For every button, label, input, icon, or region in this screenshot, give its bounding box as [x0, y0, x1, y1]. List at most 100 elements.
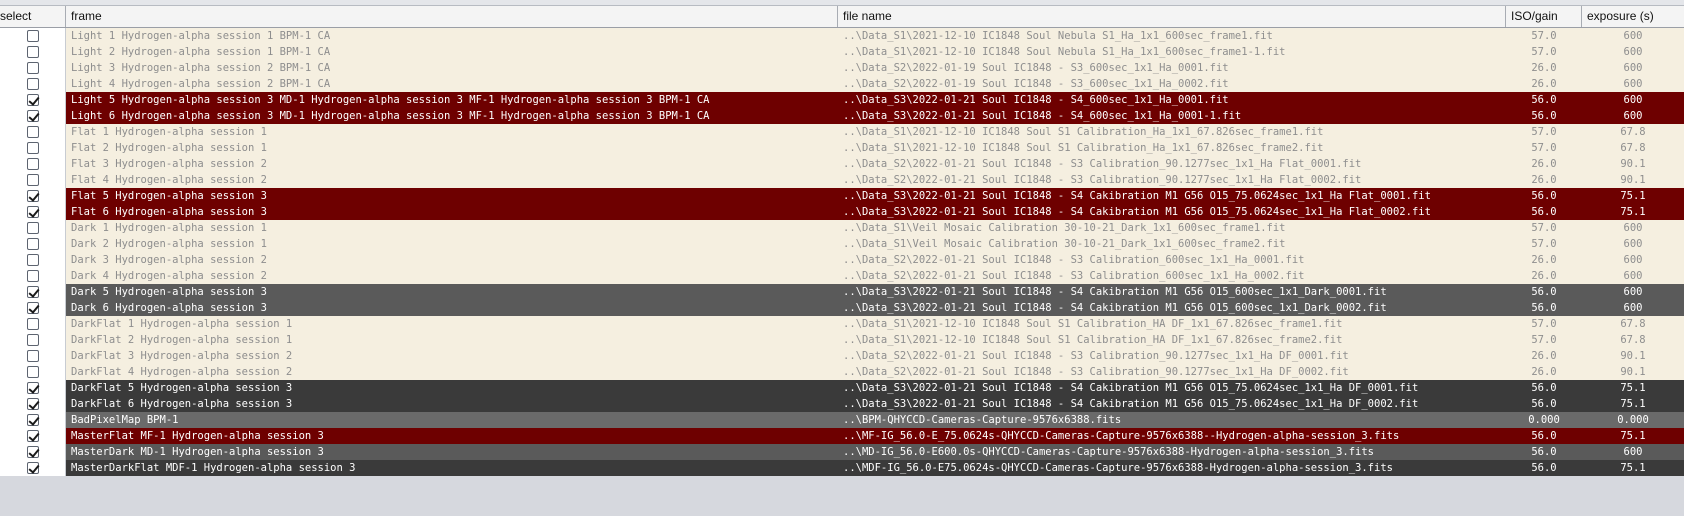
table-row[interactable]: Flat 3 Hydrogen-alpha session 2 ..\Data_S… [0, 156, 1684, 172]
select-cell [0, 332, 66, 348]
select-checkbox[interactable] [26, 462, 39, 474]
file-name-cell: ..\Data_S3\2022-01-21 Soul IC1848 - S4 C… [838, 300, 1506, 316]
table-row[interactable]: Dark 1 Hydrogen-alpha session 1 ..\Data_S… [0, 220, 1684, 236]
select-checkbox[interactable] [26, 158, 39, 170]
table-row[interactable]: DarkFlat 3 Hydrogen-alpha session 2 ..\Da… [0, 348, 1684, 364]
table-row[interactable]: Light 1 Hydrogen-alpha session 1 BPM-1 C… [0, 28, 1684, 44]
iso-gain-cell: 26.0 [1506, 156, 1582, 172]
select-checkbox[interactable] [26, 78, 39, 90]
exposure-cell: 600 [1582, 236, 1684, 252]
select-checkbox[interactable] [26, 366, 39, 378]
select-checkbox[interactable] [26, 62, 39, 74]
frame-cell: BadPixelMap BPM-1 [66, 412, 838, 428]
table-row[interactable]: DarkFlat 5 Hydrogen-alpha session 3 ..\Da… [0, 380, 1684, 396]
select-checkbox[interactable] [26, 270, 39, 282]
select-checkbox[interactable] [26, 110, 39, 122]
frame-cell: Flat 6 Hydrogen-alpha session 3 [66, 204, 838, 220]
table-header: select frame file name ISO/gain exposure… [0, 6, 1684, 28]
exposure-cell: 90.1 [1582, 348, 1684, 364]
table-row[interactable]: Flat 1 Hydrogen-alpha session 1 ..\Data_S… [0, 124, 1684, 140]
table-row[interactable]: MasterDarkFlat MDF-1 Hydrogen-alpha sess… [0, 460, 1684, 476]
exposure-cell: 67.8 [1582, 124, 1684, 140]
exposure-cell: 600 [1582, 44, 1684, 60]
frame-cell: DarkFlat 6 Hydrogen-alpha session 3 [66, 396, 838, 412]
column-header-select[interactable]: select [0, 6, 66, 27]
exposure-cell: 600 [1582, 28, 1684, 44]
exposure-cell: 600 [1582, 252, 1684, 268]
select-checkbox[interactable] [26, 190, 39, 202]
select-checkbox[interactable] [26, 334, 39, 346]
select-checkbox[interactable] [26, 286, 39, 298]
table-row[interactable]: MasterDark MD-1 Hydrogen-alpha session 3… [0, 444, 1684, 460]
select-cell [0, 268, 66, 284]
column-header-frame[interactable]: frame [66, 6, 838, 27]
select-checkbox[interactable] [26, 350, 39, 362]
select-cell [0, 28, 66, 44]
frame-cell: MasterFlat MF-1 Hydrogen-alpha session 3 [66, 428, 838, 444]
file-name-cell: ..\Data_S3\2022-01-21 Soul IC1848 - S4 C… [838, 204, 1506, 220]
select-checkbox[interactable] [26, 206, 39, 218]
select-checkbox[interactable] [26, 94, 39, 106]
table-row[interactable]: DarkFlat 1 Hydrogen-alpha session 1 ..\Da… [0, 316, 1684, 332]
file-name-cell: ..\Data_S1\2021-12-10 IC1848 Soul S1 Cal… [838, 140, 1506, 156]
select-checkbox[interactable] [26, 398, 39, 410]
table-row[interactable]: Flat 4 Hydrogen-alpha session 2 ..\Data_S… [0, 172, 1684, 188]
column-header-exposure[interactable]: exposure (s) [1582, 6, 1684, 27]
table-row[interactable]: Dark 6 Hydrogen-alpha session 3 ..\Data_S… [0, 300, 1684, 316]
select-checkbox[interactable] [26, 142, 39, 154]
table-row[interactable]: MasterFlat MF-1 Hydrogen-alpha session 3… [0, 428, 1684, 444]
exposure-cell: 75.1 [1582, 428, 1684, 444]
select-cell [0, 60, 66, 76]
select-cell [0, 444, 66, 460]
table-row[interactable]: Dark 5 Hydrogen-alpha session 3 ..\Data_S… [0, 284, 1684, 300]
table-row[interactable]: Dark 4 Hydrogen-alpha session 2 ..\Data_S… [0, 268, 1684, 284]
exposure-cell: 75.1 [1582, 460, 1684, 476]
frame-cell: Dark 1 Hydrogen-alpha session 1 [66, 220, 838, 236]
select-checkbox[interactable] [26, 302, 39, 314]
frame-cell: Dark 3 Hydrogen-alpha session 2 [66, 252, 838, 268]
table-row[interactable]: Dark 3 Hydrogen-alpha session 2 ..\Data_S… [0, 252, 1684, 268]
table-row[interactable]: DarkFlat 4 Hydrogen-alpha session 2 ..\Da… [0, 364, 1684, 380]
file-name-cell: ..\MDF-IG_56.0-E75.0624s-QHYCCD-Cameras-… [838, 460, 1506, 476]
frame-cell: Dark 4 Hydrogen-alpha session 2 [66, 268, 838, 284]
file-name-cell: ..\MF-IG_56.0-E_75.0624s-QHYCCD-Cameras-… [838, 428, 1506, 444]
file-name-cell: ..\Data_S3\2022-01-21 Soul IC1848 - S4 C… [838, 188, 1506, 204]
select-checkbox[interactable] [26, 30, 39, 42]
table-row[interactable]: Light 4 Hydrogen-alpha session 2 BPM-1 C… [0, 76, 1684, 92]
table-row[interactable]: Light 2 Hydrogen-alpha session 1 BPM-1 C… [0, 44, 1684, 60]
table-row[interactable]: Light 6 Hydrogen-alpha session 3 MD-1 Hy… [0, 108, 1684, 124]
file-name-cell: ..\Data_S3\2022-01-21 Soul IC1848 - S4 C… [838, 380, 1506, 396]
table-row[interactable]: DarkFlat 2 Hydrogen-alpha session 1 ..\Da… [0, 332, 1684, 348]
file-name-cell: ..\Data_S2\2022-01-19 Soul IC1848 - S3_6… [838, 60, 1506, 76]
select-checkbox[interactable] [26, 126, 39, 138]
table-row[interactable]: Flat 5 Hydrogen-alpha session 3 ..\Data_S… [0, 188, 1684, 204]
file-name-cell: ..\Data_S2\2022-01-21 Soul IC1848 - S3 C… [838, 348, 1506, 364]
select-checkbox[interactable] [26, 318, 39, 330]
table-row[interactable]: Light 3 Hydrogen-alpha session 2 BPM-1 C… [0, 60, 1684, 76]
select-cell [0, 140, 66, 156]
select-checkbox[interactable] [26, 430, 39, 442]
select-checkbox[interactable] [26, 238, 39, 250]
select-checkbox[interactable] [26, 174, 39, 186]
table-row[interactable]: DarkFlat 6 Hydrogen-alpha session 3 ..\Da… [0, 396, 1684, 412]
iso-gain-cell: 26.0 [1506, 252, 1582, 268]
frame-cell: DarkFlat 2 Hydrogen-alpha session 1 [66, 332, 838, 348]
frame-cell: Flat 1 Hydrogen-alpha session 1 [66, 124, 838, 140]
column-header-iso-gain[interactable]: ISO/gain [1506, 6, 1582, 27]
select-checkbox[interactable] [26, 414, 39, 426]
iso-gain-cell: 56.0 [1506, 284, 1582, 300]
select-checkbox[interactable] [26, 254, 39, 266]
table-row[interactable]: Light 5 Hydrogen-alpha session 3 MD-1 Hy… [0, 92, 1684, 108]
select-checkbox[interactable] [26, 382, 39, 394]
select-checkbox[interactable] [26, 46, 39, 58]
select-checkbox[interactable] [26, 222, 39, 234]
table-row[interactable]: BadPixelMap BPM-1 ..\BPM-QHYCCD-Cameras-C… [0, 412, 1684, 428]
column-header-file-name[interactable]: file name [838, 6, 1506, 27]
select-cell [0, 300, 66, 316]
iso-gain-cell: 56.0 [1506, 204, 1582, 220]
table-row[interactable]: Flat 6 Hydrogen-alpha session 3 ..\Data_S… [0, 204, 1684, 220]
select-checkbox[interactable] [26, 446, 39, 458]
file-name-cell: ..\BPM-QHYCCD-Cameras-Capture-9576x6388.… [838, 412, 1506, 428]
table-row[interactable]: Flat 2 Hydrogen-alpha session 1 ..\Data_S… [0, 140, 1684, 156]
table-row[interactable]: Dark 2 Hydrogen-alpha session 1 ..\Data_S… [0, 236, 1684, 252]
